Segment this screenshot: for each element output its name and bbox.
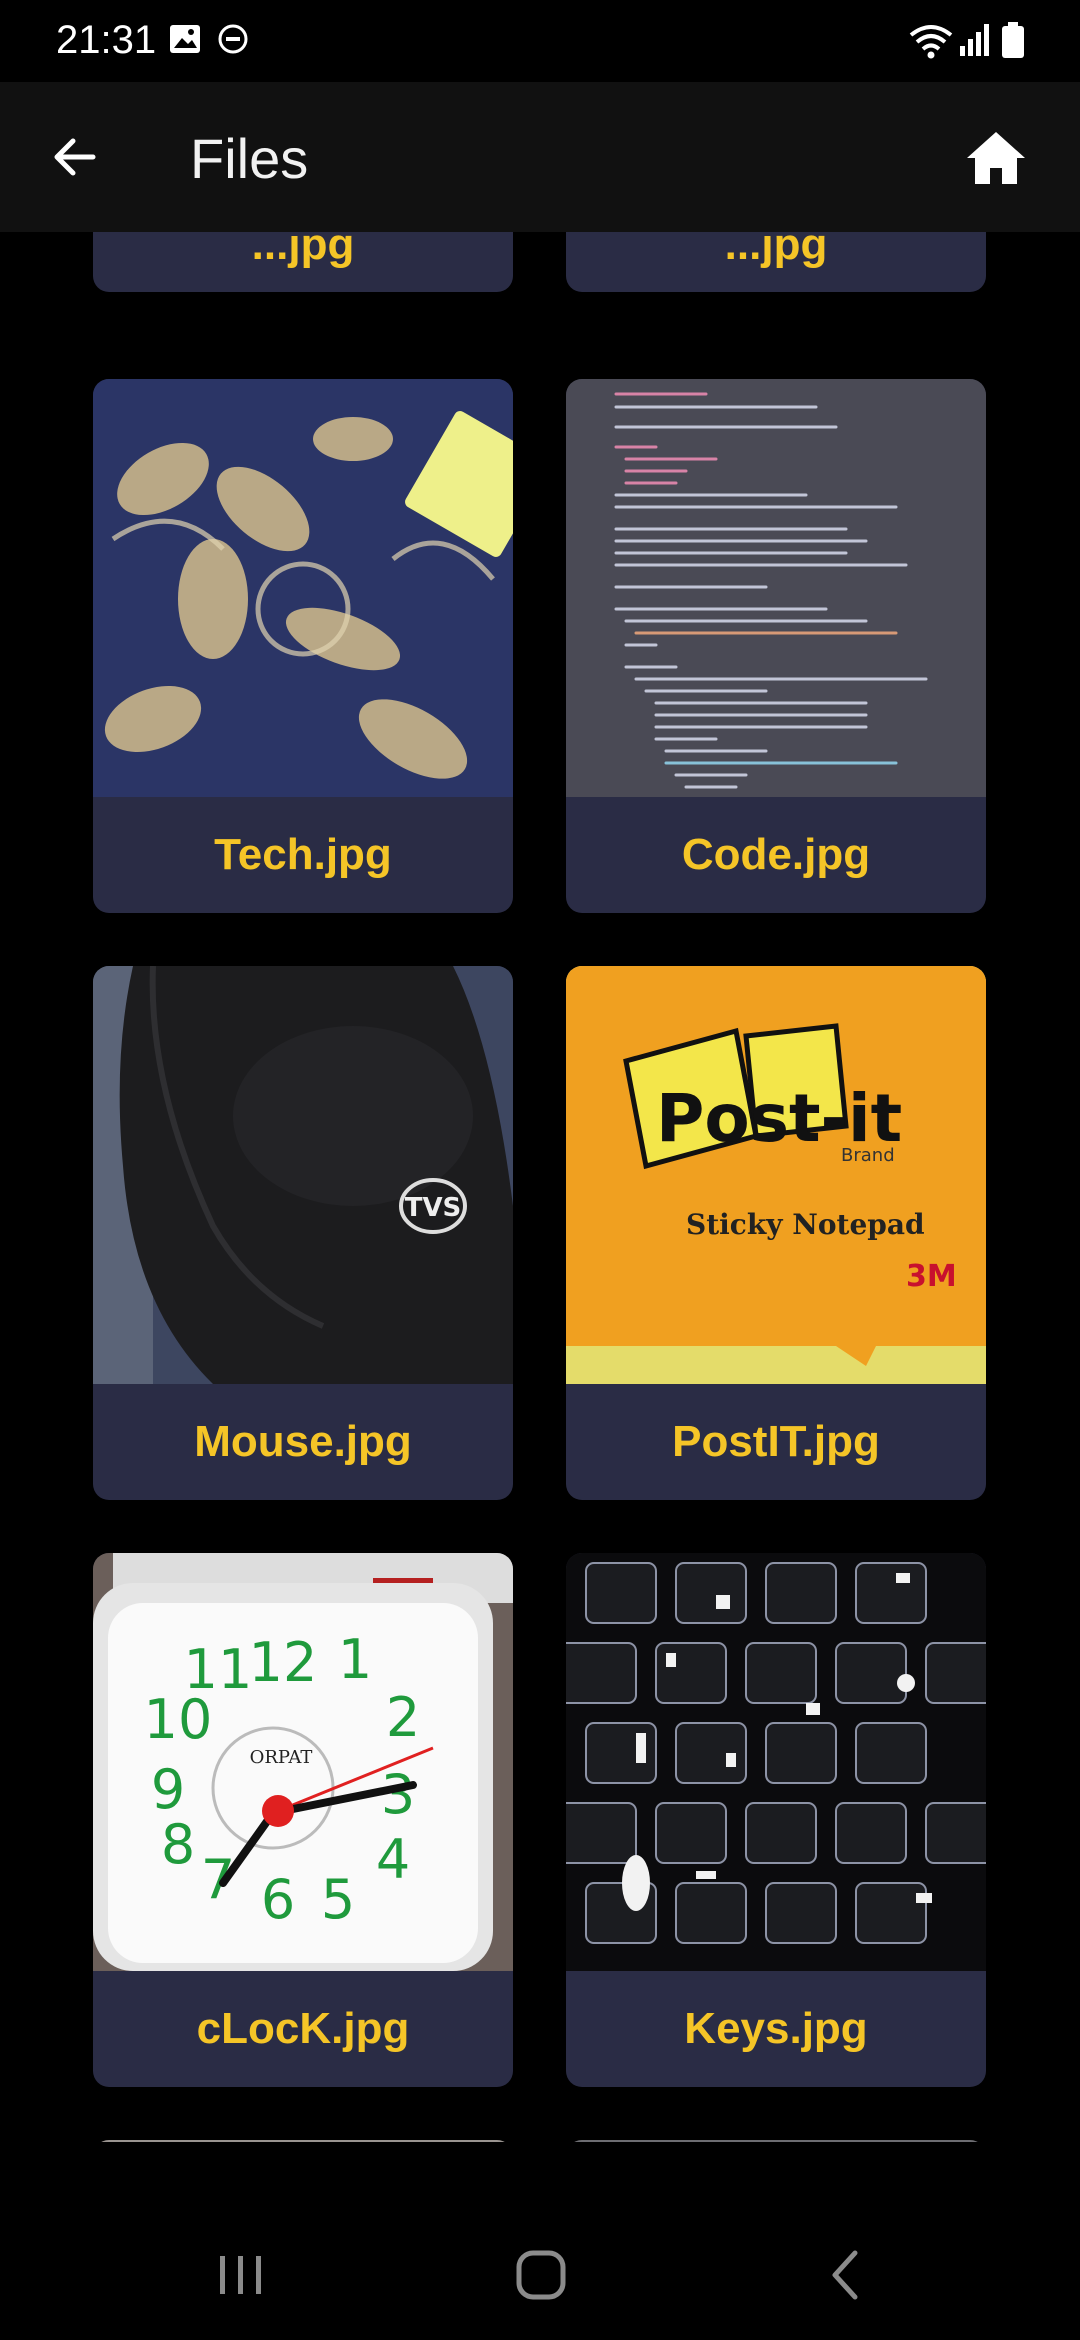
- image-icon: [168, 22, 202, 61]
- nav-home-icon: [516, 2250, 566, 2300]
- file-card-code[interactable]: Code.jpg: [566, 379, 986, 913]
- file-name-label: PostIT.jpg: [672, 1417, 880, 1466]
- file-card-mouse[interactable]: TVS Mouse.jpg: [93, 966, 513, 1500]
- file-name-label: Keys.jpg: [684, 2004, 868, 2053]
- clock-number: 1: [338, 1628, 372, 1691]
- file-card-keys[interactable]: Keys.jpg: [566, 1553, 986, 2087]
- file-card-clock[interactable]: 11 12 1 2 3 4 5 6 7 8 9 10 ORPAT cLocK.j…: [93, 1553, 513, 2087]
- clock-number: 10: [144, 1688, 213, 1751]
- file-thumbnail: [566, 1553, 986, 1971]
- file-thumbnail: TVS: [93, 966, 513, 1384]
- clock-number: 9: [151, 1758, 185, 1821]
- app-bar: Files: [0, 82, 1080, 232]
- back-button[interactable]: [40, 122, 110, 192]
- clock-number: 2: [386, 1686, 420, 1749]
- postit-maker-text: 3M: [906, 1259, 957, 1294]
- system-nav-bar: [0, 2200, 1080, 2340]
- recents-button[interactable]: [196, 2230, 286, 2320]
- file-name-label: Mouse.jpg: [194, 1417, 412, 1466]
- clock-number: 6: [261, 1868, 295, 1931]
- clock-number: 4: [376, 1828, 410, 1891]
- battery-icon: [1000, 22, 1026, 65]
- file-thumbnail: [93, 379, 513, 797]
- clock-number: 3: [381, 1763, 415, 1826]
- nav-home-button[interactable]: [496, 2230, 586, 2320]
- file-card-postit[interactable]: Post-it Brand Sticky Notepad 3M PostIT.j…: [566, 966, 986, 1500]
- nav-back-button[interactable]: [800, 2230, 890, 2320]
- wifi-icon: [908, 22, 954, 65]
- file-name-label: Code.jpg: [681, 830, 871, 879]
- clock-number: 5: [321, 1868, 355, 1931]
- status-time: 21:31: [56, 18, 157, 62]
- nav-back-icon: [832, 2250, 858, 2300]
- page-title: Files: [190, 127, 309, 190]
- file-card-partial[interactable]: ...jpg: [93, 232, 513, 292]
- clock-number: 8: [161, 1813, 195, 1876]
- status-bar: 21:31: [0, 0, 1080, 82]
- file-card-tech[interactable]: Tech.jpg: [93, 379, 513, 913]
- file-card-partial[interactable]: [566, 2140, 986, 2142]
- postit-sub-text: Brand: [841, 1145, 895, 1166]
- clock-brand-text: ORPAT: [250, 1747, 313, 1768]
- home-button[interactable]: [960, 122, 1032, 194]
- file-thumbnail: 11 12 1 2 3 4 5 6 7 8 9 10 ORPAT: [93, 1553, 513, 1971]
- file-name-label: ...jpg: [724, 232, 828, 269]
- file-thumbnail: [566, 379, 986, 797]
- file-thumbnail: Post-it Brand Sticky Notepad 3M: [566, 966, 986, 1384]
- arrow-left-icon: [54, 138, 96, 176]
- brand-logo-text: TVS: [405, 1193, 462, 1223]
- file-grid[interactable]: ...jpg ...jpg Tech.jpg Code.jpg TVS Mous…: [0, 232, 1080, 2142]
- file-name-label: ...jpg: [251, 232, 355, 269]
- postit-product-text: Sticky Notepad: [686, 1208, 925, 1241]
- file-card-partial[interactable]: [93, 2140, 513, 2142]
- home-icon: [967, 132, 1025, 184]
- signal-icon: [958, 22, 992, 63]
- recents-icon: [220, 2256, 261, 2294]
- file-name-label: cLocK.jpg: [196, 2004, 410, 2053]
- clock-number: 12: [249, 1631, 318, 1694]
- dnd-icon: [216, 22, 250, 61]
- file-name-label: Tech.jpg: [214, 830, 392, 879]
- file-card-partial[interactable]: ...jpg: [566, 232, 986, 292]
